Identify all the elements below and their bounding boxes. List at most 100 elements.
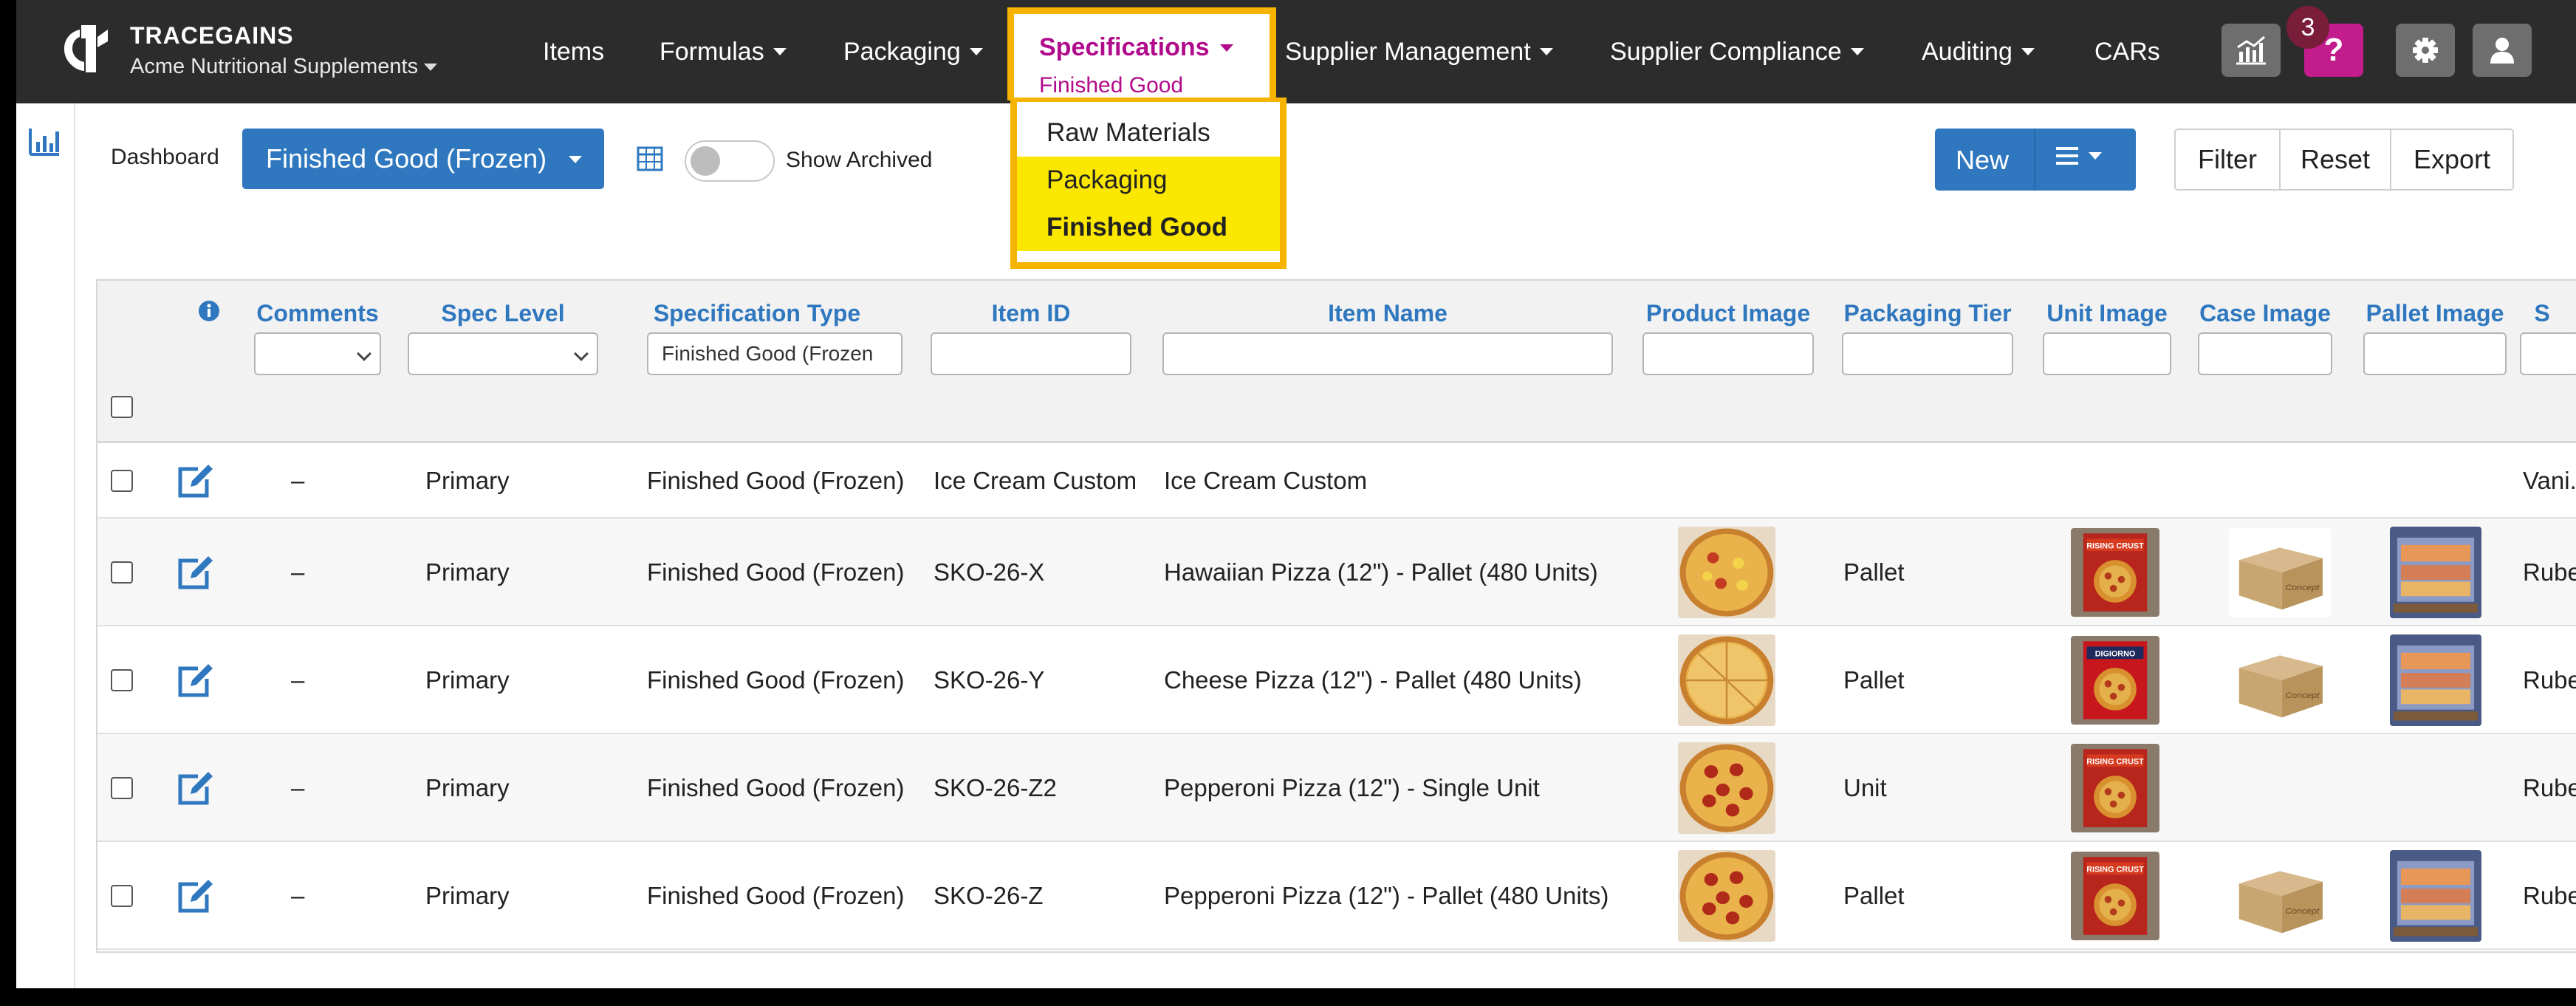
tracegains-logo-icon[interactable] (59, 22, 111, 75)
table-row[interactable]: – Primary Finished Good (Frozen) SKO-26-Z Pe… (97, 842, 2576, 950)
settings-button[interactable] (2396, 24, 2455, 77)
new-button-group: New (1935, 129, 2136, 191)
item-id-filter[interactable] (931, 332, 1131, 375)
row-checkbox[interactable] (111, 669, 133, 691)
edit-icon[interactable] (176, 663, 214, 698)
user-menu-button[interactable] (2473, 24, 2532, 77)
packaging-tier-filter[interactable] (1842, 332, 2013, 375)
table-view-icon[interactable] (637, 146, 663, 171)
product-image-filter[interactable] (1642, 332, 1814, 375)
product-image[interactable] (1678, 634, 1775, 726)
dashboard-label[interactable]: Dashboard (111, 145, 219, 170)
cell-partial: Rube (2523, 666, 2576, 694)
row-checkbox[interactable] (111, 885, 133, 907)
table-row[interactable]: – Primary Finished Good (Frozen) Ice Cream … (97, 443, 2576, 519)
row-checkbox[interactable] (111, 470, 133, 492)
brand-name[interactable]: TRACEGAINS (130, 22, 294, 49)
cell-spec-type: Finished Good (Frozen) (647, 666, 905, 694)
select-all-checkbox[interactable] (111, 396, 133, 418)
edit-icon[interactable] (176, 878, 214, 914)
view-select[interactable]: Finished Good (Frozen) (242, 129, 604, 189)
svg-text:DIGIORNO: DIGIORNO (2095, 650, 2136, 659)
grid-header: Comments Spec Level Specification Type I… (97, 281, 2576, 443)
case-image[interactable]: Concept (2229, 852, 2331, 940)
notification-badge[interactable]: 3 (2286, 6, 2329, 49)
nav-supplier-management[interactable]: Supplier Management (1285, 0, 1553, 103)
partial-filter[interactable] (2520, 332, 2576, 375)
case-image[interactable]: Concept (2229, 636, 2331, 725)
unit-image[interactable]: DIGIORNO (2071, 636, 2159, 725)
cell-item-name: Pepperoni Pizza (12") - Single Unit (1164, 774, 1540, 801)
unit-image[interactable]: RISING CRUST (2071, 852, 2159, 940)
nav-items-label: Items (543, 37, 605, 66)
nav-items[interactable]: Items (543, 0, 604, 103)
specification-type-filter[interactable]: Finished Good (Frozen (647, 332, 902, 375)
item-name-filter[interactable] (1162, 332, 1613, 375)
col-header-packaging-tier[interactable]: Packaging Tier (1842, 300, 2013, 327)
pallet-image[interactable] (2390, 850, 2481, 942)
col-header-pallet-image[interactable]: Pallet Image (2363, 300, 2507, 327)
reset-button[interactable]: Reset (2281, 130, 2391, 189)
unit-image[interactable]: RISING CRUST (2071, 528, 2159, 617)
col-header-spec-level[interactable]: Spec Level (408, 300, 598, 327)
bar-chart-icon[interactable] (28, 127, 61, 157)
menu-item-raw-materials[interactable]: Raw Materials (1017, 109, 1280, 157)
row-checkbox[interactable] (111, 561, 133, 584)
nav-packaging[interactable]: Packaging (843, 0, 983, 103)
edit-icon[interactable] (176, 463, 214, 499)
pallet-image[interactable] (2390, 527, 2481, 618)
specifications-grid: Comments Spec Level Specification Type I… (96, 279, 2576, 953)
col-header-specification-type[interactable]: Specification Type (629, 300, 885, 327)
product-image[interactable] (1678, 527, 1775, 618)
table-row[interactable]: – Primary Finished Good (Frozen) SKO-26-Y Ch… (97, 626, 2576, 734)
new-button[interactable]: New (1956, 145, 2009, 176)
nav-cars[interactable]: CARs (2094, 0, 2160, 103)
nav-specifications[interactable]: Specifications Finished Good (1007, 7, 1276, 100)
col-header-comments[interactable]: Comments (254, 300, 381, 327)
edit-icon[interactable] (176, 555, 214, 590)
chevron-down-icon (357, 346, 371, 361)
pallet-image-filter[interactable] (2363, 332, 2507, 375)
grid-actions: Filter Reset Export (2174, 129, 2514, 191)
spec-level-filter-select[interactable] (408, 332, 598, 375)
nav-formulas[interactable]: Formulas (660, 0, 787, 103)
org-selector[interactable]: Acme Nutritional Supplements (130, 55, 438, 79)
col-header-unit-image[interactable]: Unit Image (2043, 300, 2171, 327)
col-header-item-name[interactable]: Item Name (1162, 300, 1613, 327)
menu-item-finished-good[interactable]: Finished Good (1017, 204, 1280, 251)
nav-auditing[interactable]: Auditing (1922, 0, 2035, 103)
unit-image-filter[interactable] (2043, 332, 2171, 375)
product-image[interactable] (1678, 850, 1775, 942)
app-window: TRACEGAINS Acme Nutritional Supplements … (16, 0, 2576, 988)
cell-comments: – (291, 558, 305, 586)
filter-button[interactable]: Filter (2176, 130, 2281, 189)
nav-supplier-management-label: Supplier Management (1285, 37, 1531, 66)
col-header-case-image[interactable]: Case Image (2198, 300, 2332, 327)
chevron-down-icon (773, 48, 787, 55)
cell-item-name: Hawaiian Pizza (12") - Pallet (480 Units… (1164, 558, 1598, 586)
case-image-filter[interactable] (2198, 332, 2332, 375)
table-row[interactable]: – Primary Finished Good (Frozen) SKO-26-X Ha… (97, 519, 2576, 626)
product-image[interactable] (1678, 742, 1775, 834)
col-header-partial[interactable]: S (2527, 300, 2557, 327)
info-icon[interactable] (198, 300, 220, 322)
col-header-item-id[interactable]: Item ID (931, 300, 1131, 327)
nav-supplier-compliance[interactable]: Supplier Compliance (1610, 0, 1864, 103)
show-archived-toggle[interactable] (685, 140, 775, 182)
col-header-product-image[interactable]: Product Image (1642, 300, 1814, 327)
export-button[interactable]: Export (2391, 130, 2512, 189)
new-menu-button[interactable] (2056, 146, 2102, 165)
table-row[interactable]: – Primary Finished Good (Frozen) SKO-26-Z2 P… (97, 734, 2576, 842)
case-image[interactable]: Concept (2229, 528, 2331, 617)
unit-image[interactable]: RISING CRUST (2071, 744, 2159, 832)
comments-filter-select[interactable] (254, 332, 381, 375)
pallet-image[interactable] (2390, 634, 2481, 726)
cell-spec-level: Primary (425, 467, 510, 494)
cell-comments: – (291, 666, 305, 694)
cell-item-id: SKO-26-Z2 (934, 774, 1057, 801)
row-checkbox[interactable] (111, 777, 133, 799)
menu-item-packaging[interactable]: Packaging (1017, 157, 1280, 204)
analytics-button[interactable] (2222, 24, 2281, 77)
chevron-down-icon (1850, 48, 1864, 55)
edit-icon[interactable] (176, 770, 214, 806)
